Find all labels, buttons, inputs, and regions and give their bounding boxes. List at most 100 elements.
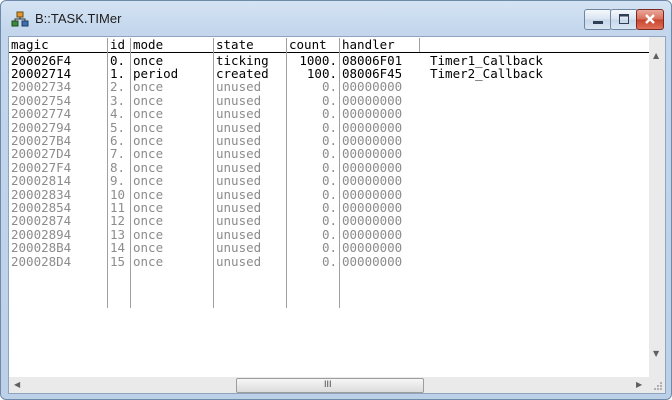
cell-count: 0. [321, 119, 337, 135]
cell-id: 9. [110, 173, 126, 189]
cell-magic: 20002834 [11, 186, 72, 202]
cell-id: 5. [110, 119, 126, 135]
cell-handler: 00000000 [342, 173, 403, 189]
cell-mode: once [133, 186, 164, 202]
cell-count: 0. [321, 159, 337, 175]
cell-state: unused [216, 253, 262, 269]
cell-id: 11 [110, 199, 126, 215]
maximize-button[interactable] [610, 9, 638, 30]
column-header-state[interactable]: state [216, 38, 254, 52]
scroll-down-arrow-icon[interactable]: ▼ [653, 349, 659, 358]
cell-id: 13 [110, 226, 126, 242]
cell-magic: 200028D4 [11, 253, 72, 269]
horizontal-scroll-thumb[interactable]: III [236, 378, 424, 393]
vertical-scrollbar[interactable]: ▲ ▼ [649, 37, 665, 377]
cell-handler: 00000000 [342, 159, 403, 175]
cell-count: 0. [321, 213, 337, 229]
cell-state: unused [216, 213, 262, 229]
cell-count: 0. [321, 226, 337, 242]
cell-magic: 20002754 [11, 92, 72, 108]
timer-table: magic id mode state count handler 200026… [9, 37, 649, 377]
scroll-up-arrow-icon[interactable]: ▲ [653, 51, 659, 60]
cell-state: unused [216, 226, 262, 242]
cell-magic: 20002814 [11, 173, 72, 189]
column-header-magic[interactable]: magic [11, 38, 49, 52]
cell-mode: once [133, 159, 164, 175]
column-divider [419, 38, 420, 52]
cell-mode: once [133, 52, 164, 68]
cell-id: 12 [110, 213, 126, 229]
column-divider [339, 38, 340, 308]
cell-count: 0. [321, 79, 337, 95]
cell-count: 1000. [299, 52, 337, 68]
timer-list-panel: magic id mode state count handler 200026… [8, 36, 666, 394]
cell-handler: 00000000 [342, 132, 403, 148]
column-header-count[interactable]: count [289, 38, 327, 52]
cell-state: unused [216, 92, 262, 108]
column-header-mode[interactable]: mode [133, 38, 163, 52]
column-divider [130, 38, 131, 308]
cell-id: 7. [110, 146, 126, 162]
cell-mode: once [133, 199, 164, 215]
cell-magic: 20002894 [11, 226, 72, 242]
cell-id: 2. [110, 79, 126, 95]
cell-handler: 08006F01 [342, 52, 403, 68]
cell-count: 0. [321, 186, 337, 202]
cell-magic: 200027F4 [11, 159, 72, 175]
minimize-icon [593, 21, 603, 24]
column-header-handler[interactable]: handler [342, 38, 395, 52]
scroll-left-arrow-icon[interactable]: ◀ [14, 380, 20, 389]
cell-magic: 20002714 [11, 65, 72, 81]
title-bar[interactable]: B::TASK.TIMer [1, 1, 671, 35]
cell-magic: 20002774 [11, 106, 72, 122]
cell-state: unused [216, 146, 262, 162]
cell-count: 0. [321, 253, 337, 269]
cell-state: unused [216, 106, 262, 122]
close-button[interactable] [636, 9, 664, 30]
cell-state: unused [216, 173, 262, 189]
cell-magic: 20002734 [11, 79, 72, 95]
minimize-button[interactable] [584, 9, 612, 30]
cell-mode: once [133, 79, 164, 95]
cell-state: unused [216, 186, 262, 202]
close-icon [645, 14, 655, 24]
cell-count: 0. [321, 106, 337, 122]
cell-mode: once [133, 92, 164, 108]
column-header-id[interactable]: id [110, 38, 125, 52]
cell-handler: 00000000 [342, 226, 403, 242]
cell-id: 8. [110, 159, 126, 175]
cell-handler: 00000000 [342, 146, 403, 162]
cell-handler: 00000000 [342, 253, 403, 269]
cell-handler: 00000000 [342, 240, 403, 256]
cell-magic: 200028B4 [11, 240, 72, 256]
column-divider [107, 38, 108, 308]
cell-count: 0. [321, 173, 337, 189]
horizontal-scrollbar[interactable]: ◀ III ▶ [9, 377, 649, 393]
cell-count: 100. [306, 65, 337, 81]
cell-id: 14 [110, 240, 126, 256]
resize-grip[interactable] [649, 377, 665, 393]
cell-handler: 00000000 [342, 92, 403, 108]
cell-state: unused [216, 119, 262, 135]
scroll-right-arrow-icon[interactable]: ▶ [636, 380, 642, 389]
column-divider [213, 38, 214, 308]
cell-mode: once [133, 119, 164, 135]
cell-mode: once [133, 106, 164, 122]
cell-state: unused [216, 132, 262, 148]
cell-id: 1. [110, 65, 126, 81]
cell-magic: 20002794 [11, 119, 72, 135]
cell-count: 0. [321, 240, 337, 256]
cell-count: 0. [321, 199, 337, 215]
scroll-thumb-grip: III [324, 379, 332, 389]
task-timer-window: B::TASK.TIMer magic id mode state count … [0, 0, 672, 400]
cell-mode: once [133, 226, 164, 242]
cell-count: 0. [321, 132, 337, 148]
cell-callback: Timer2_Callback [430, 65, 543, 81]
cell-state: ticking [216, 52, 269, 68]
cell-magic: 200027D4 [11, 146, 72, 162]
cell-state: unused [216, 240, 262, 256]
cell-id: 6. [110, 132, 126, 148]
cell-handler: 00000000 [342, 79, 403, 95]
cell-mode: once [133, 146, 164, 162]
cell-magic: 200027B4 [11, 132, 72, 148]
